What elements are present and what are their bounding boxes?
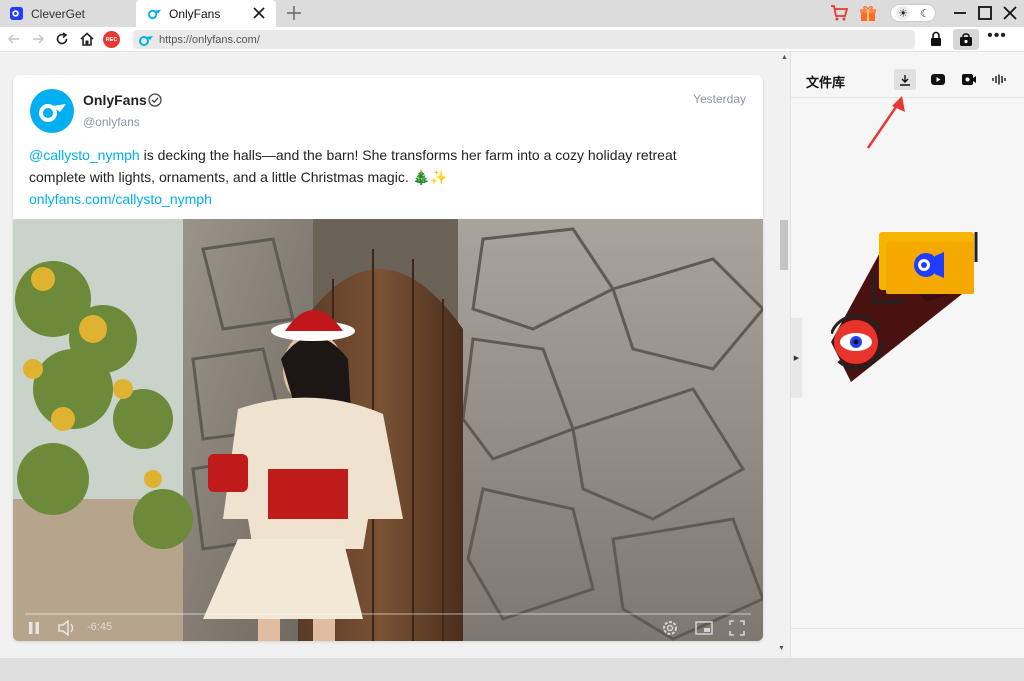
tab-bar: CleverGet OnlyFans ☀ ☾ xyxy=(0,0,1024,27)
scroll-thumb[interactable] xyxy=(780,220,788,270)
home-icon[interactable] xyxy=(79,31,95,47)
onlyfans-icon xyxy=(148,9,161,20)
record-icon xyxy=(962,74,976,85)
maximize-button[interactable] xyxy=(975,4,995,22)
sun-icon: ☀ xyxy=(896,6,910,20)
volume-icon[interactable] xyxy=(57,620,77,636)
record-button[interactable]: REC xyxy=(103,31,120,48)
mention-link[interactable]: @callysto_nymph xyxy=(29,147,140,163)
address-bar[interactable]: https://onlyfans.com/ xyxy=(133,30,915,49)
window-close-button[interactable] xyxy=(1000,4,1020,22)
forward-arrow-icon[interactable] xyxy=(30,31,46,47)
youtube-icon xyxy=(931,74,945,85)
panel-divider xyxy=(791,628,1024,629)
library-title: 文件库 xyxy=(806,75,846,90)
tab-recordings[interactable] xyxy=(958,69,980,90)
progress-bar[interactable] xyxy=(25,613,751,615)
more-options-button[interactable]: ••• xyxy=(986,28,1008,47)
onlyfans-logo-icon xyxy=(39,104,66,122)
video-controls: -6:45 xyxy=(13,613,763,641)
picture-in-picture-icon[interactable] xyxy=(695,620,713,636)
tab-audio[interactable] xyxy=(988,69,1010,90)
reload-icon[interactable] xyxy=(54,31,70,47)
theme-toggle[interactable]: ☀ ☾ xyxy=(890,4,936,22)
avatar[interactable] xyxy=(30,89,74,133)
tab-label: OnlyFans xyxy=(169,6,221,21)
url-text: https://onlyfans.com/ xyxy=(159,33,260,46)
video-frame-image xyxy=(13,219,763,641)
tab-label: CleverGet xyxy=(31,6,86,21)
video-player[interactable]: -6:45 xyxy=(13,219,763,641)
back-arrow-icon[interactable] xyxy=(6,31,22,47)
audio-icon xyxy=(992,74,1006,85)
author-handle[interactable]: @onlyfans xyxy=(83,115,140,129)
empty-library-illustration xyxy=(831,232,978,382)
pause-icon[interactable] xyxy=(27,621,41,635)
vertical-scrollbar[interactable]: ▲ xyxy=(778,52,790,658)
tab-downloads[interactable] xyxy=(894,69,916,90)
panel-collapse-button[interactable]: ▶ xyxy=(791,318,802,398)
download-bag-button[interactable] xyxy=(953,29,979,50)
video-time-remaining: -6:45 xyxy=(87,621,113,633)
tab-videos[interactable] xyxy=(927,69,949,90)
webview: OnlyFans @onlyfans Yesterday @callysto_n… xyxy=(0,52,778,658)
author-name[interactable]: OnlyFans xyxy=(83,92,147,108)
scroll-up-icon[interactable]: ▲ xyxy=(781,54,788,61)
status-strip xyxy=(0,658,1024,681)
lock-icon[interactable] xyxy=(928,31,944,47)
new-tab-button[interactable] xyxy=(284,3,304,23)
scroll-down-icon[interactable]: ▼ xyxy=(778,645,785,652)
post-timestamp: Yesterday xyxy=(693,92,746,106)
cart-icon[interactable] xyxy=(830,4,848,22)
bag-icon xyxy=(960,32,972,46)
download-icon xyxy=(900,74,910,86)
verified-icon xyxy=(148,93,162,107)
post-link[interactable]: onlyfans.com/callysto_nymph xyxy=(29,188,719,210)
close-icon[interactable] xyxy=(252,6,266,20)
tab-cleverget[interactable]: CleverGet xyxy=(0,0,134,27)
fullscreen-icon[interactable] xyxy=(728,619,746,637)
cleverget-icon xyxy=(10,7,23,20)
minimize-button[interactable] xyxy=(950,4,970,22)
red-arrow-annotation xyxy=(866,96,905,149)
post-text: @callysto_nymph is decking the halls—and… xyxy=(29,144,719,210)
settings-gear-icon[interactable] xyxy=(661,619,679,637)
post-card: OnlyFans @onlyfans Yesterday @callysto_n… xyxy=(13,75,763,641)
tab-onlyfans[interactable]: OnlyFans xyxy=(136,0,276,27)
onlyfans-icon xyxy=(139,35,153,46)
navigation-bar: REC https://onlyfans.com/ ••• xyxy=(0,27,1024,52)
gift-icon[interactable] xyxy=(859,4,877,22)
moon-icon: ☾ xyxy=(920,7,930,20)
